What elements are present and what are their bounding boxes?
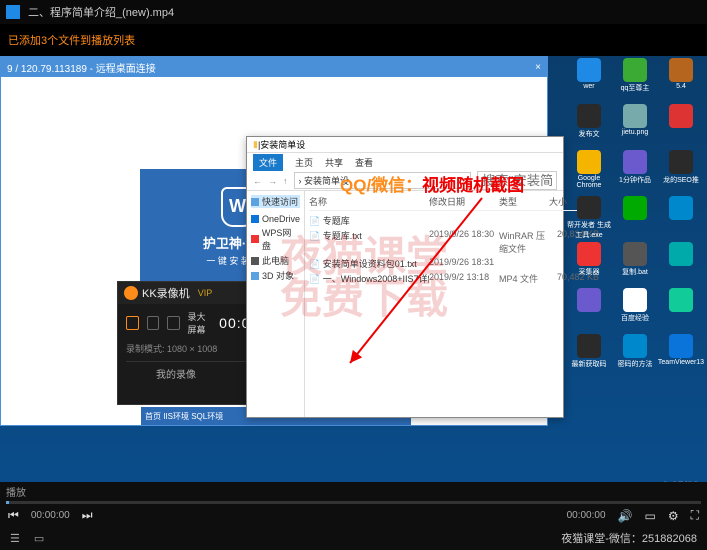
kk-logo-icon: [124, 286, 138, 300]
desktop-icon[interactable]: 发布文: [567, 104, 611, 148]
game-mode-icon[interactable]: [167, 316, 180, 330]
desktop-icon[interactable]: 采集器: [567, 242, 611, 286]
titlebar: 二、程序简单介绍_(new).mp4: [0, 0, 707, 24]
file-explorer-window: ▮ | 安装简单设 文件 主页 共享 查看 ← → ↑ › 安装简单设: [246, 136, 564, 418]
notification-text: 已添加3个文件到播放列表: [0, 24, 707, 56]
player-status: 播放: [0, 482, 707, 501]
desktop-icon[interactable]: [659, 104, 703, 148]
desktop-icon[interactable]: wer: [567, 58, 611, 102]
next-button[interactable]: ⏭: [82, 508, 93, 523]
desktop-icon[interactable]: [659, 196, 703, 240]
desktop-icon[interactable]: [613, 196, 657, 240]
mode-label: 录大屏幕: [188, 310, 212, 336]
current-time: 00:00:00: [31, 510, 70, 521]
ribbon-file[interactable]: 文件: [253, 154, 283, 171]
up-icon[interactable]: ↑: [283, 176, 288, 186]
col-date[interactable]: 修改日期: [429, 195, 499, 208]
desktop-icon[interactable]: [659, 288, 703, 332]
table-row[interactable]: 📄 专题库: [309, 213, 599, 228]
desktop-icon[interactable]: TeamViewer13: [659, 334, 703, 378]
desktop-icon[interactable]: 复制.bat: [613, 242, 657, 286]
cloud-icon: [251, 215, 259, 223]
pc-icon: [251, 257, 259, 265]
sidebar-thispc[interactable]: 此电脑: [251, 254, 300, 267]
desktop-icon[interactable]: qq至尊主: [613, 58, 657, 102]
desktop-icon[interactable]: Google Chrome: [567, 150, 611, 194]
region-mode-icon[interactable]: [147, 316, 160, 330]
desktop-icon[interactable]: 百度经验: [613, 288, 657, 332]
playlist-icon[interactable]: ☰: [10, 532, 20, 545]
subtitle-icon[interactable]: ▭: [644, 509, 655, 523]
sidebar-onedrive[interactable]: OneDrive: [251, 214, 300, 224]
cube-icon: [251, 272, 259, 280]
ribbon-share[interactable]: 共享: [325, 156, 343, 169]
back-icon[interactable]: ←: [253, 176, 262, 186]
sidebar-wps[interactable]: WPS网盘: [251, 226, 300, 252]
contact-text: 夜猫课堂-微信：251882068: [561, 530, 697, 546]
desktop-icon[interactable]: [659, 242, 703, 286]
desktop-icon[interactable]: 龙的SEO推: [659, 150, 703, 194]
vip-badge: VIP: [198, 288, 213, 298]
desktop-icon[interactable]: 最新获取码: [567, 334, 611, 378]
explorer-sidebar: 快速访问 OneDrive WPS网盘 此电脑 3D 对象: [247, 191, 305, 417]
folder-icon[interactable]: ▭: [34, 532, 44, 545]
progress-bar[interactable]: [6, 501, 701, 504]
app-icon: [6, 5, 20, 19]
ribbon-view[interactable]: 查看: [355, 156, 373, 169]
remote-window-title: 9 / 120.79.113189 - 远程桌面连接: [7, 60, 156, 75]
desktop-icons-area: werqq至尊主5.4 发布文jietu.pngGoogle Chrome1分钟作…: [565, 56, 707, 496]
player-bar: 播放 ⏮ 00:00:00 ⏭ 00:00:00 🔊 ▭ ⚙ ⛶: [0, 482, 707, 526]
desktop-icon[interactable]: 1分钟作品: [613, 150, 657, 194]
explorer-file-list: 名称 修改日期 类型 大小 📄 专题库📄 专题库.txt2019/9/26 18…: [305, 191, 603, 417]
status-bar: ☰ ▭ 夜猫课堂-微信：251882068: [0, 526, 707, 550]
video-area: 9 / 120.79.113189 - 远程桌面连接 × 主机系统 首页 IIS…: [0, 56, 707, 496]
star-icon: [251, 198, 259, 206]
close-icon[interactable]: ×: [535, 62, 541, 73]
sidebar-3d[interactable]: 3D 对象: [251, 269, 300, 282]
wps-icon: [251, 235, 259, 243]
fullscreen-mode-icon[interactable]: [126, 316, 139, 330]
desktop-icon[interactable]: 帮开发者 生成工具.exe: [567, 196, 611, 240]
explorer-title: 安装简单设: [260, 138, 305, 151]
window-title: 二、程序简单介绍_(new).mp4: [28, 4, 174, 20]
remote-window-header: 9 / 120.79.113189 - 远程桌面连接 ×: [1, 57, 547, 77]
prev-button[interactable]: ⏮: [8, 508, 19, 523]
desktop-icon[interactable]: jietu.png: [613, 104, 657, 148]
ribbon-home[interactable]: 主页: [295, 156, 313, 169]
desktop-icon[interactable]: 密码的方法: [613, 334, 657, 378]
duration: 00:00:00: [567, 510, 606, 521]
table-row[interactable]: 📄 安装简单设资料包01.txt2019/9/26 18:313 KB: [309, 256, 599, 271]
quick-access[interactable]: 快速访问: [251, 195, 300, 208]
table-row[interactable]: 📄 一、Windows2008+IIS7详解所有部署2019/9/2 13:18…: [309, 271, 599, 286]
address-bar[interactable]: › 安装简单设: [294, 172, 472, 189]
fullscreen-icon[interactable]: ⛶: [691, 508, 699, 523]
settings-icon[interactable]: ⚙: [668, 509, 679, 523]
kk-tab-recordings[interactable]: 我的录像: [156, 366, 196, 381]
kk-title: KK录像机: [142, 285, 190, 301]
desktop-icon[interactable]: [567, 288, 611, 332]
col-type[interactable]: 类型: [499, 195, 549, 208]
search-input[interactable]: [477, 171, 557, 190]
desktop-screenshot: 9 / 120.79.113189 - 远程桌面连接 × 主机系统 首页 IIS…: [0, 56, 707, 496]
desktop-icon[interactable]: 5.4: [659, 58, 703, 102]
resolution-label: 录制模式: 1080 × 1008: [126, 342, 217, 355]
table-row[interactable]: 📄 专题库.txt2019/9/26 18:30WinRAR 压缩文件20,83…: [309, 228, 599, 256]
forward-icon[interactable]: →: [268, 176, 277, 186]
volume-icon[interactable]: 🔊: [618, 509, 633, 523]
col-name[interactable]: 名称: [309, 195, 429, 208]
